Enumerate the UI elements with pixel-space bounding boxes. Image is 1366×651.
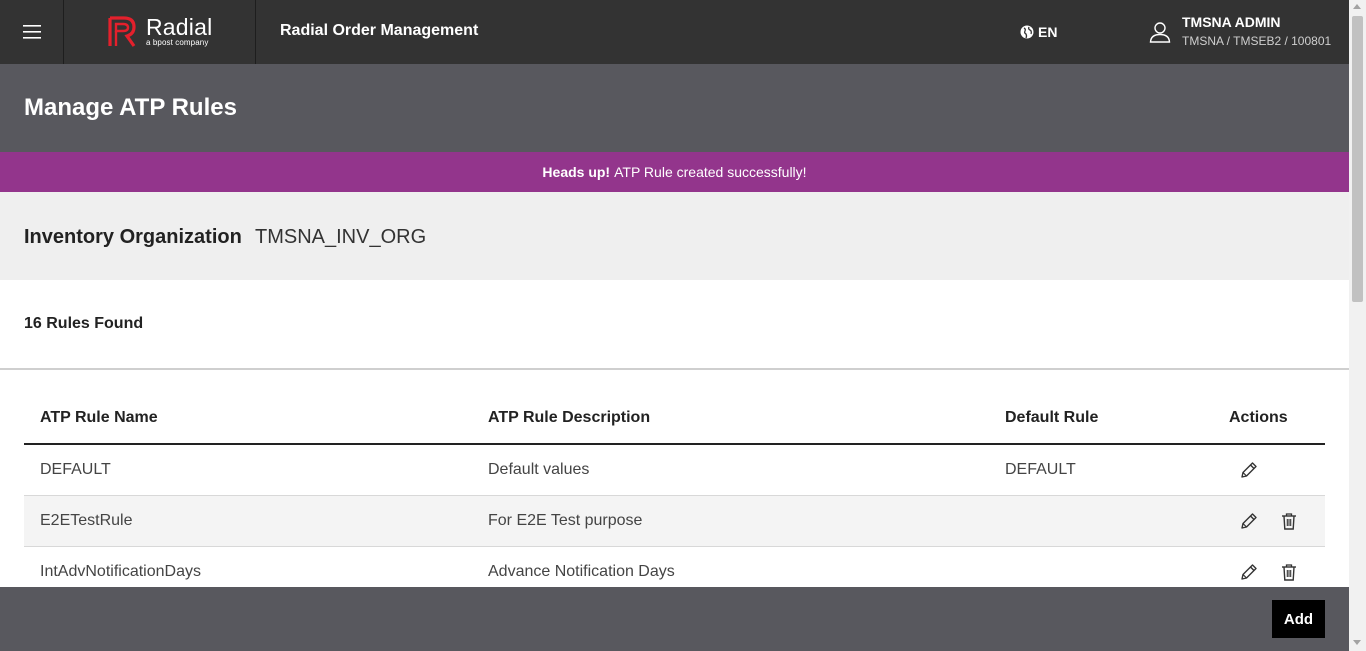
column-header-rule-name[interactable]: ATP Rule Name [40, 409, 158, 427]
add-rule-button[interactable]: Add [1272, 600, 1325, 638]
top-bar: Radial a bpost company Radial Order Mana… [0, 0, 1349, 64]
alert-message: ATP Rule created successfully! [614, 164, 807, 180]
rule-name-cell: DEFAULT [40, 461, 111, 478]
inventory-organization-label: Inventory Organization [24, 226, 242, 248]
radial-logo-mark-icon [108, 16, 136, 47]
table-row: DEFAULT Default values DEFAULT [24, 445, 1325, 496]
hamburger-menu-button[interactable] [0, 0, 64, 64]
success-alert: Heads up! ATP Rule created successfully! [0, 152, 1349, 192]
inventory-organization-value: TMSNA_INV_ORG [255, 226, 427, 248]
page-header: Manage ATP Rules [0, 64, 1349, 152]
globe-icon [1020, 25, 1034, 39]
trash-icon[interactable] [1279, 562, 1299, 582]
section-divider [0, 368, 1349, 370]
rule-description-cell: Default values [488, 461, 590, 478]
radial-logo[interactable]: Radial a bpost company [64, 0, 256, 64]
scrollbar-thumb[interactable] [1352, 16, 1363, 302]
scroll-down-arrow-icon[interactable] [1353, 640, 1361, 645]
table-header: ATP Rule Name ATP Rule Description Defau… [24, 393, 1325, 445]
default-rule-cell: DEFAULT [1005, 461, 1076, 478]
edit-icon[interactable] [1239, 460, 1259, 480]
rules-found-count: 16 Rules Found [24, 315, 144, 332]
page-scrollbar[interactable] [1349, 0, 1366, 651]
edit-icon[interactable] [1239, 562, 1259, 582]
user-organization: TMSNA / TMSEB2 / 100801 [1182, 34, 1332, 48]
column-header-actions: Actions [1229, 409, 1288, 426]
page-title: Manage ATP Rules [24, 94, 237, 121]
rule-name-cell: E2ETestRule [40, 512, 133, 529]
trash-icon[interactable] [1279, 511, 1299, 531]
language-selector[interactable]: EN [1020, 24, 1057, 40]
column-header-rule-description[interactable]: ATP Rule Description [488, 409, 650, 427]
inventory-organization-band: Inventory Organization TMSNA_INV_ORG [0, 192, 1349, 280]
rule-name-cell: IntAdvNotificationDays [40, 563, 201, 580]
user-icon[interactable] [1148, 20, 1172, 44]
table-row: E2ETestRule For E2E Test purpose [24, 496, 1325, 547]
rule-description-cell: For E2E Test purpose [488, 512, 643, 529]
rule-description-cell: Advance Notification Days [488, 563, 675, 580]
column-header-default-rule[interactable]: Default Rule [1005, 409, 1098, 427]
language-label: EN [1038, 24, 1058, 40]
hamburger-icon [22, 25, 41, 39]
user-name[interactable]: TMSNA ADMIN [1182, 14, 1281, 30]
edit-icon[interactable] [1239, 511, 1259, 531]
logo-subtitle: a bpost company [146, 38, 209, 47]
app-title: Radial Order Management [280, 22, 479, 39]
atp-rules-table: ATP Rule Name ATP Rule Description Defau… [24, 393, 1325, 598]
scroll-up-arrow-icon[interactable] [1353, 4, 1361, 9]
alert-heading: Heads up! [542, 164, 611, 180]
footer-bar: Add [0, 587, 1349, 651]
logo-text: Radial [146, 14, 213, 40]
